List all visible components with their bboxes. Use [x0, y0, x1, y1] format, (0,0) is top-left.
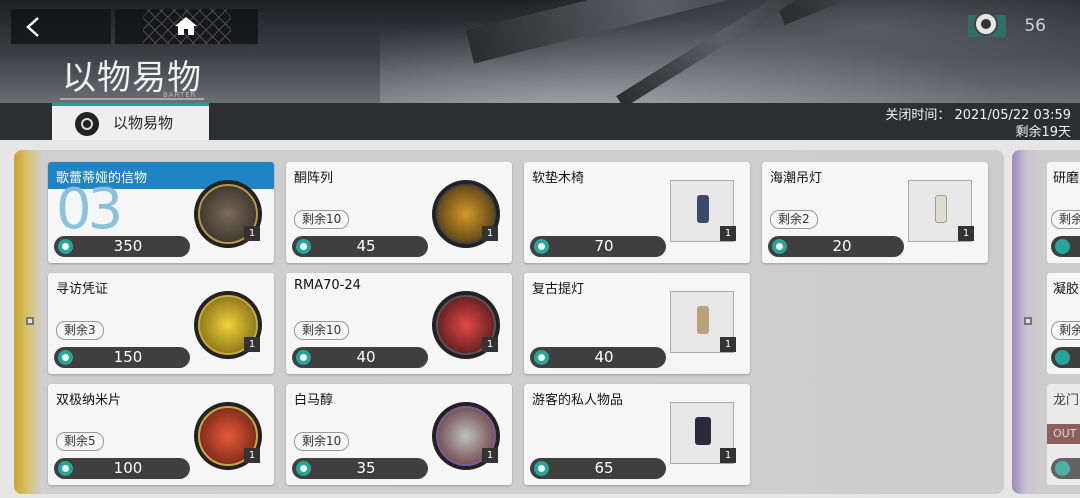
price-value: 45 — [356, 237, 376, 255]
chevron-left-icon — [26, 17, 39, 37]
stock-badge: 剩余10 — [294, 210, 350, 229]
currency-icon — [296, 350, 311, 365]
stock-badge: 剩余10 — [294, 321, 350, 340]
home-icon — [175, 17, 197, 35]
item-name: 研磨 — [1053, 171, 1080, 186]
price-value: 100 — [113, 459, 143, 477]
currency-icon — [534, 461, 549, 476]
shop-item-card[interactable]: 复古提灯 1 40 — [524, 273, 750, 374]
shop-item-card[interactable]: 白马醇 剩余10 1 35 — [286, 384, 512, 485]
shop-item-card-partial[interactable]: 凝胶 剩余 — [1047, 273, 1080, 374]
stock-badge: 剩余 — [1051, 210, 1080, 229]
item-name: 海潮吊灯 — [770, 171, 823, 186]
title-underline — [60, 98, 204, 100]
price-tag — [1051, 347, 1080, 368]
price-value: 65 — [594, 459, 614, 477]
item-name: 复古提灯 — [532, 282, 585, 297]
shop-item-card-partial[interactable]: 龙门 OUT — [1047, 384, 1080, 485]
stock-badge: 剩余3 — [56, 321, 104, 340]
gear-coin-icon — [974, 12, 998, 36]
stock-badge: 剩余 — [1051, 321, 1080, 340]
price-value: 70 — [594, 237, 614, 255]
item-quantity: 1 — [720, 448, 736, 463]
currency-icon — [534, 350, 549, 365]
home-button[interactable] — [115, 9, 258, 44]
item-name: 凝胶 — [1053, 282, 1080, 297]
currency-icon — [772, 239, 787, 254]
shop-item-card[interactable]: 寻访凭证 剩余3 1 150 — [48, 273, 274, 374]
price-value: 350 — [113, 237, 143, 255]
shop-item-card[interactable]: RMA70-24 剩余10 1 40 — [286, 273, 512, 374]
out-of-stock-tag: OUT — [1047, 424, 1080, 444]
item-quantity: 1 — [482, 448, 498, 463]
price-tag: 70 — [530, 236, 666, 257]
item-name: 龙门 — [1053, 393, 1080, 408]
price-tag — [1051, 236, 1080, 257]
item-quantity: 1 — [244, 448, 260, 463]
item-name: 软垫木椅 — [532, 171, 585, 186]
featured-number: 03 — [56, 177, 123, 242]
tab-label: 以物易物 — [113, 114, 174, 132]
shop-item-card[interactable]: 酮阵列 剩余10 1 45 — [286, 162, 512, 263]
back-button[interactable] — [11, 9, 111, 44]
currency-icon — [58, 350, 73, 365]
item-name: 歌蕾蒂娅的信物 — [56, 171, 148, 186]
price-tag: 35 — [292, 458, 428, 479]
currency-icon — [296, 461, 311, 476]
shop-item-card[interactable]: 软垫木椅 1 70 — [524, 162, 750, 263]
item-quantity: 1 — [244, 337, 260, 352]
item-quantity: 1 — [720, 226, 736, 241]
shop-item-card[interactable]: 双极纳米片 剩余5 1 100 — [48, 384, 274, 485]
scroll-marker-right — [1024, 317, 1032, 325]
shop-item-card[interactable]: 海潮吊灯 剩余2 1 20 — [762, 162, 988, 263]
item-name: RMA70-24 — [294, 278, 361, 293]
stock-badge: 剩余2 — [770, 210, 818, 229]
shop-item-card[interactable]: 03 歌蕾蒂娅的信物 1 350 — [48, 162, 274, 263]
item-name: 寻访凭证 — [56, 282, 109, 297]
item-quantity: 1 — [482, 226, 498, 241]
tab-barter[interactable]: 以物易物 — [52, 103, 209, 140]
currency-value: 56 — [1024, 16, 1046, 36]
item-name: 游客的私人物品 — [532, 393, 624, 408]
price-value: 20 — [832, 237, 852, 255]
remaining-days: 剩余19天 — [1015, 125, 1071, 140]
item-name: 酮阵列 — [294, 171, 334, 186]
scroll-marker-left — [26, 317, 34, 325]
price-tag: 20 — [768, 236, 904, 257]
price-tag: 40 — [530, 347, 666, 368]
price-tag: 65 — [530, 458, 666, 479]
currency-icon — [296, 239, 311, 254]
stock-badge: 剩余10 — [294, 432, 350, 451]
price-tag: 45 — [292, 236, 428, 257]
shop-item-card[interactable]: 游客的私人物品 1 65 — [524, 384, 750, 485]
currency-icon — [534, 239, 549, 254]
price-value: 40 — [594, 348, 614, 366]
price-tag: 100 — [54, 458, 190, 479]
item-name: 白马醇 — [294, 393, 334, 408]
price-value: 40 — [356, 348, 376, 366]
price-tag — [1051, 458, 1080, 479]
stock-badge: 剩余5 — [56, 432, 104, 451]
currency-icon — [58, 461, 73, 476]
item-quantity: 1 — [482, 337, 498, 352]
shop-item-card-partial[interactable]: 研磨 剩余 — [1047, 162, 1080, 263]
item-quantity: 1 — [720, 337, 736, 352]
price-value: 150 — [113, 348, 143, 366]
price-tag: 40 — [292, 347, 428, 368]
item-quantity: 1 — [958, 226, 974, 241]
item-quantity: 1 — [244, 226, 260, 241]
item-name: 双极纳米片 — [56, 393, 122, 408]
price-tag: 350 — [54, 236, 190, 257]
barter-icon — [75, 112, 99, 136]
price-tag: 150 — [54, 347, 190, 368]
price-value: 35 — [356, 459, 376, 477]
currency-icon — [58, 239, 73, 254]
